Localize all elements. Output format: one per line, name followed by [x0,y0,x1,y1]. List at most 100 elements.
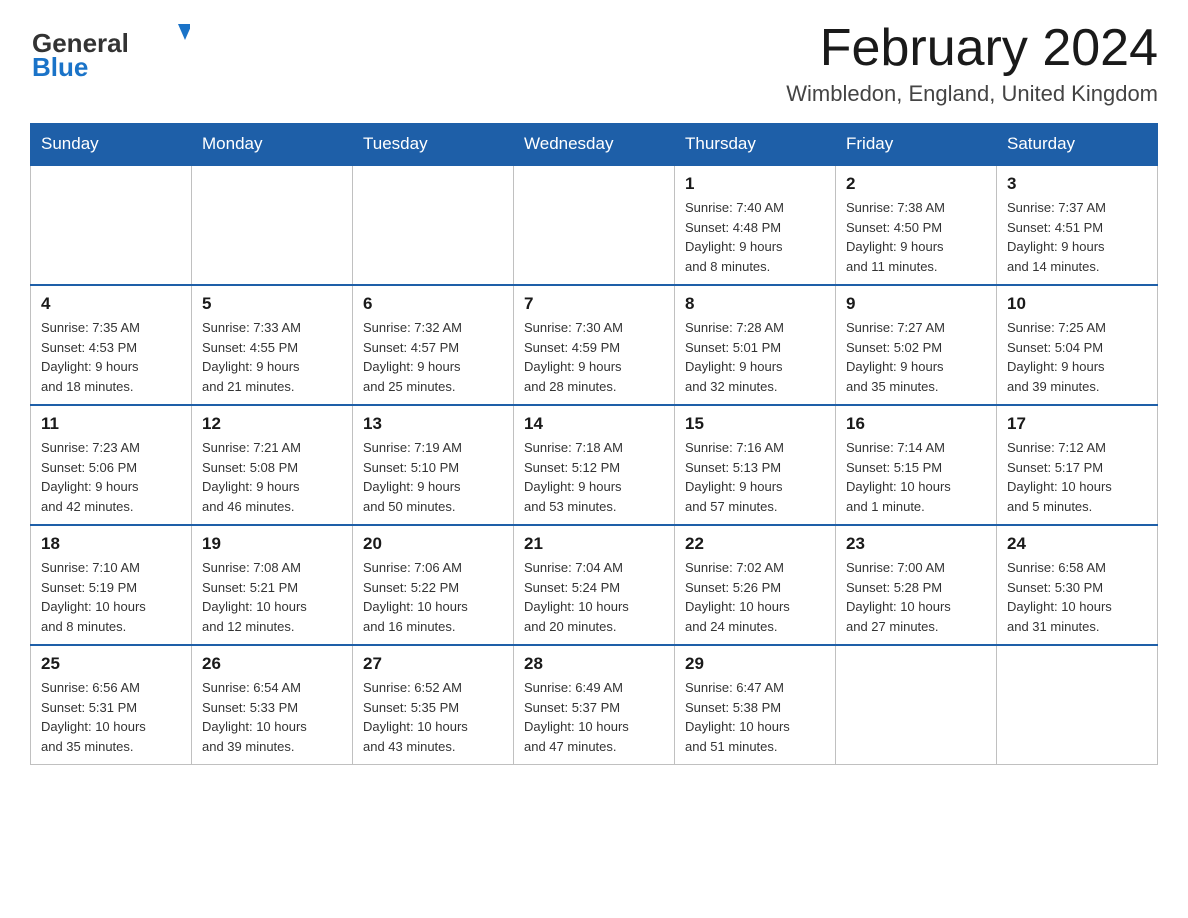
day-number: 29 [685,654,825,674]
day-number: 24 [1007,534,1147,554]
day-info: Sunrise: 7:30 AM Sunset: 4:59 PM Dayligh… [524,318,664,396]
calendar-cell [31,165,192,285]
day-number: 15 [685,414,825,434]
calendar-cell: 13Sunrise: 7:19 AM Sunset: 5:10 PM Dayli… [353,405,514,525]
day-number: 14 [524,414,664,434]
calendar-cell: 28 Sunrise: 6:49 AM Sunset: 5:37 PM Dayli… [514,645,675,765]
calendar-cell [836,645,997,765]
day-info: Sunrise: 7:04 AM Sunset: 5:24 PM Dayligh… [524,558,664,636]
calendar-cell: 14 Sunrise: 7:18 AM Sunset: 5:12 PM Dayli… [514,405,675,525]
day-info: Sunrise: 7:06 AM Sunset: 5:22 PM Dayligh… [363,558,503,636]
day-info: Sunrise: 7:02 AM Sunset: 5:26 PM Dayligh… [685,558,825,636]
calendar-cell: 29Sunrise: 6:47 AM Sunset: 5:38 PM Dayli… [675,645,836,765]
day-number: 19 [202,534,342,554]
day-info: Sunrise: 7:00 AM Sunset: 5:28 PM Dayligh… [846,558,986,636]
day-number: 8 [685,294,825,314]
calendar-header-row: SundayMondayTuesdayWednesdayThursdayFrid… [31,124,1158,166]
location-title: Wimbledon, England, United Kingdom [786,81,1158,107]
day-number: 26 [202,654,342,674]
day-number: 7 [524,294,664,314]
calendar-cell: 16 Sunrise: 7:14 AM Sunset: 5:15 PM Dayli… [836,405,997,525]
calendar-cell: 8Sunrise: 7:28 AM Sunset: 5:01 PM Daylig… [675,285,836,405]
day-info: Sunrise: 7:25 AM Sunset: 5:04 PM Dayligh… [1007,318,1147,396]
day-info: Sunrise: 6:54 AM Sunset: 5:33 PM Dayligh… [202,678,342,756]
day-number: 3 [1007,174,1147,194]
day-number: 5 [202,294,342,314]
day-number: 28 [524,654,664,674]
calendar-cell: 1Sunrise: 7:40 AM Sunset: 4:48 PM Daylig… [675,165,836,285]
calendar-cell: 24 Sunrise: 6:58 AM Sunset: 5:30 PM Dayli… [997,525,1158,645]
day-of-week-header: Sunday [31,124,192,166]
calendar-cell: 23 Sunrise: 7:00 AM Sunset: 5:28 PM Dayli… [836,525,997,645]
day-info: Sunrise: 7:08 AM Sunset: 5:21 PM Dayligh… [202,558,342,636]
day-number: 17 [1007,414,1147,434]
day-info: Sunrise: 7:33 AM Sunset: 4:55 PM Dayligh… [202,318,342,396]
day-info: Sunrise: 6:49 AM Sunset: 5:37 PM Dayligh… [524,678,664,756]
day-number: 20 [363,534,503,554]
calendar-cell: 27 Sunrise: 6:52 AM Sunset: 5:35 PM Dayli… [353,645,514,765]
day-of-week-header: Thursday [675,124,836,166]
calendar-cell: 19 Sunrise: 7:08 AM Sunset: 5:21 PM Dayli… [192,525,353,645]
day-info: Sunrise: 6:56 AM Sunset: 5:31 PM Dayligh… [41,678,181,756]
day-info: Sunrise: 7:18 AM Sunset: 5:12 PM Dayligh… [524,438,664,516]
calendar-cell: 26 Sunrise: 6:54 AM Sunset: 5:33 PM Dayli… [192,645,353,765]
day-info: Sunrise: 7:32 AM Sunset: 4:57 PM Dayligh… [363,318,503,396]
day-info: Sunrise: 6:58 AM Sunset: 5:30 PM Dayligh… [1007,558,1147,636]
calendar-week-row: 1Sunrise: 7:40 AM Sunset: 4:48 PM Daylig… [31,165,1158,285]
day-number: 1 [685,174,825,194]
day-number: 11 [41,414,181,434]
day-info: Sunrise: 7:35 AM Sunset: 4:53 PM Dayligh… [41,318,181,396]
calendar-cell: 10 Sunrise: 7:25 AM Sunset: 5:04 PM Dayli… [997,285,1158,405]
calendar-cell: 22 Sunrise: 7:02 AM Sunset: 5:26 PM Dayli… [675,525,836,645]
calendar-week-row: 25Sunrise: 6:56 AM Sunset: 5:31 PM Dayli… [31,645,1158,765]
day-number: 4 [41,294,181,314]
day-number: 6 [363,294,503,314]
day-info: Sunrise: 7:38 AM Sunset: 4:50 PM Dayligh… [846,198,986,276]
month-title: February 2024 [786,20,1158,77]
day-info: Sunrise: 7:14 AM Sunset: 5:15 PM Dayligh… [846,438,986,516]
day-number: 13 [363,414,503,434]
calendar-cell: 6 Sunrise: 7:32 AM Sunset: 4:57 PM Daylig… [353,285,514,405]
day-info: Sunrise: 7:23 AM Sunset: 5:06 PM Dayligh… [41,438,181,516]
calendar-cell: 2 Sunrise: 7:38 AM Sunset: 4:50 PM Daylig… [836,165,997,285]
logo: General Blue [30,20,190,80]
calendar-cell: 18 Sunrise: 7:10 AM Sunset: 5:19 PM Dayli… [31,525,192,645]
day-number: 23 [846,534,986,554]
day-number: 22 [685,534,825,554]
day-number: 16 [846,414,986,434]
calendar-cell: 25Sunrise: 6:56 AM Sunset: 5:31 PM Dayli… [31,645,192,765]
day-number: 2 [846,174,986,194]
calendar-cell: 4 Sunrise: 7:35 AM Sunset: 4:53 PM Daylig… [31,285,192,405]
title-area: February 2024 Wimbledon, England, United… [786,20,1158,107]
day-of-week-header: Tuesday [353,124,514,166]
day-number: 9 [846,294,986,314]
calendar-week-row: 18 Sunrise: 7:10 AM Sunset: 5:19 PM Dayli… [31,525,1158,645]
day-number: 12 [202,414,342,434]
calendar-cell: 3 Sunrise: 7:37 AM Sunset: 4:51 PM Daylig… [997,165,1158,285]
day-number: 18 [41,534,181,554]
calendar-cell [353,165,514,285]
calendar-cell: 7 Sunrise: 7:30 AM Sunset: 4:59 PM Daylig… [514,285,675,405]
calendar-cell: 9 Sunrise: 7:27 AM Sunset: 5:02 PM Daylig… [836,285,997,405]
calendar-cell: 5 Sunrise: 7:33 AM Sunset: 4:55 PM Daylig… [192,285,353,405]
calendar-cell [997,645,1158,765]
day-info: Sunrise: 7:12 AM Sunset: 5:17 PM Dayligh… [1007,438,1147,516]
calendar-week-row: 11 Sunrise: 7:23 AM Sunset: 5:06 PM Dayli… [31,405,1158,525]
day-info: Sunrise: 7:37 AM Sunset: 4:51 PM Dayligh… [1007,198,1147,276]
day-info: Sunrise: 6:52 AM Sunset: 5:35 PM Dayligh… [363,678,503,756]
calendar-cell: 12Sunrise: 7:21 AM Sunset: 5:08 PM Dayli… [192,405,353,525]
calendar-cell [514,165,675,285]
header: General Blue February 2024 Wimbledon, En… [30,20,1158,107]
day-info: Sunrise: 7:10 AM Sunset: 5:19 PM Dayligh… [41,558,181,636]
logo-image: General Blue [30,20,190,80]
day-number: 10 [1007,294,1147,314]
svg-text:Blue: Blue [32,52,88,80]
day-of-week-header: Wednesday [514,124,675,166]
day-of-week-header: Saturday [997,124,1158,166]
calendar-cell: 17 Sunrise: 7:12 AM Sunset: 5:17 PM Dayli… [997,405,1158,525]
calendar-cell: 20 Sunrise: 7:06 AM Sunset: 5:22 PM Dayli… [353,525,514,645]
day-info: Sunrise: 7:27 AM Sunset: 5:02 PM Dayligh… [846,318,986,396]
calendar-cell: 15Sunrise: 7:16 AM Sunset: 5:13 PM Dayli… [675,405,836,525]
calendar-cell: 11 Sunrise: 7:23 AM Sunset: 5:06 PM Dayli… [31,405,192,525]
day-number: 27 [363,654,503,674]
